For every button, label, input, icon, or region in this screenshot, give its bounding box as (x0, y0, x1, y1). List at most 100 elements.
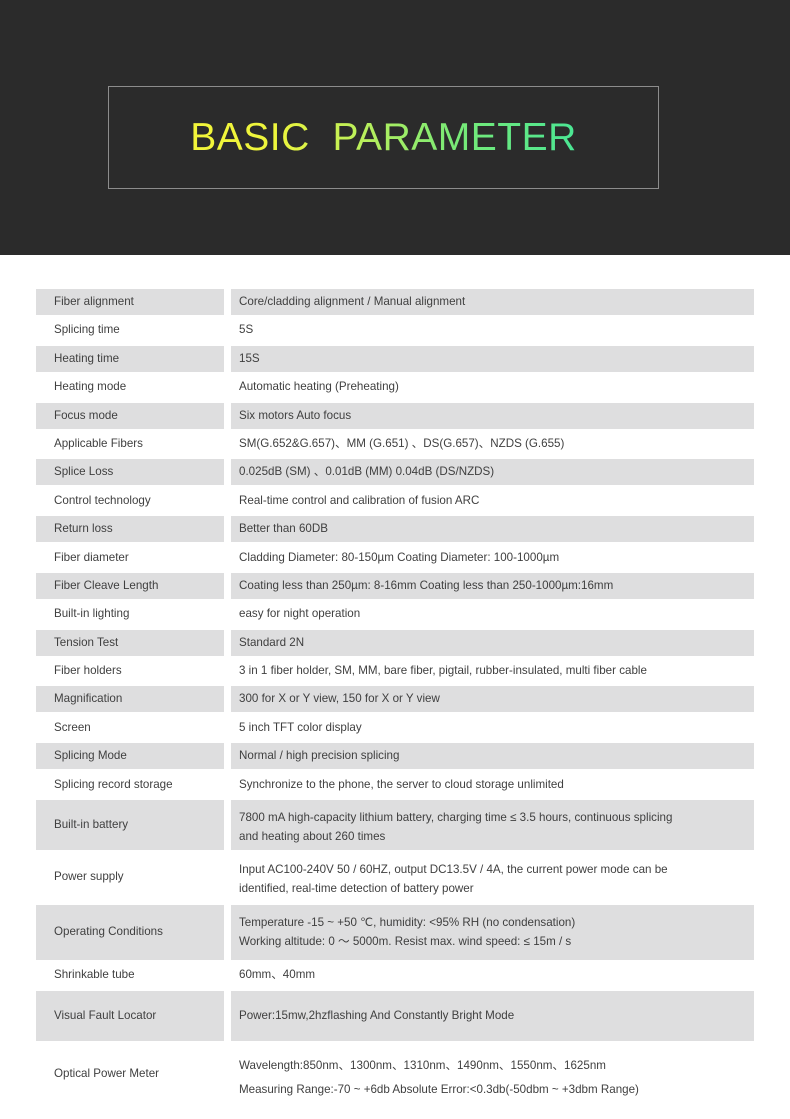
spec-value-line: Cladding Diameter: 80-150µm Coating Diam… (239, 550, 560, 564)
table-row: Fiber Cleave Length Coating less than 250… (36, 572, 754, 599)
table-row: Operating Conditions Temperature -15 ~ +5… (36, 904, 754, 960)
spec-label: Fiber Cleave Length (36, 572, 224, 599)
spec-value: 5 inch TFT color display (231, 714, 754, 741)
spec-value: 3 in 1 fiber holder, SM, MM, bare fiber,… (231, 658, 754, 685)
spec-value-line: 3 in 1 fiber holder, SM, MM, bare fiber,… (239, 664, 647, 678)
spec-value: Cladding Diameter: 80-150µm Coating Diam… (231, 544, 754, 571)
table-row: Heating time 15S (36, 345, 754, 372)
spec-value: Standard 2N (231, 629, 754, 656)
spec-value: 5S (231, 317, 754, 344)
spec-label: Heating time (36, 345, 224, 372)
spec-value: 15S (231, 345, 754, 372)
spec-label: Built-in lighting (36, 601, 224, 628)
spec-value: Real-time control and calibration of fus… (231, 487, 754, 514)
spec-label: Fiber holders (36, 658, 224, 685)
spec-value: 300 for X or Y view, 150 for X or Y view (231, 686, 754, 713)
spec-value: Input AC100-240V 50 / 60HZ, output DC13.… (231, 852, 754, 903)
spec-label: Heating mode (36, 374, 224, 401)
specification-table: Fiber alignment Core/cladding alignment /… (36, 289, 754, 1105)
spec-label: Return loss (36, 516, 224, 543)
spec-label: Fiber alignment (36, 289, 224, 315)
spec-label: Applicable Fibers (36, 430, 224, 457)
spec-value: Better than 60DB (231, 516, 754, 543)
table-row: Applicable Fibers SM(G.652&G.657)、MM (G.6… (36, 430, 754, 457)
spec-value: Power:15mw,2hzflashing And Constantly Br… (231, 990, 754, 1041)
spec-value-line: Standard 2N (239, 635, 305, 649)
spec-value-line: Synchronize to the phone, the server to … (239, 777, 564, 791)
spec-value-line: Measuring Range:-70 ~ +6db Absolute Erro… (239, 1082, 639, 1096)
spec-label: Splicing Mode (36, 743, 224, 770)
spec-value-line: 15S (239, 351, 260, 365)
spec-label: Tension Test (36, 629, 224, 656)
table-row: Splice Loss 0.025dB (SM) 、0.01dB (MM) 0.0… (36, 459, 754, 486)
spec-value: 0.025dB (SM) 、0.01dB (MM) 0.04dB (DS/NZD… (231, 459, 754, 486)
table-row: Splicing time 5S (36, 317, 754, 344)
spec-value-line: Power:15mw,2hzflashing And Constantly Br… (239, 1008, 515, 1022)
spec-value-line: 300 for X or Y view, 150 for X or Y view (239, 692, 440, 706)
hero-title-frame: BASIC PARAMETER (108, 86, 659, 189)
spec-value-line: Real-time control and calibration of fus… (239, 493, 480, 507)
spec-label: Operating Conditions (36, 904, 224, 960)
spec-value-line: 5 inch TFT color display (239, 720, 362, 734)
spec-value-line: and heating about 260 times (239, 829, 386, 843)
spec-label: Visual Fault Locator (36, 990, 224, 1041)
spec-value-line: 60mm、40mm (239, 968, 316, 982)
spec-value-line: Coating less than 250µm: 8-16mm Coating … (239, 578, 614, 592)
table-row: Visual Fault Locator Power:15mw,2hzflashi… (36, 990, 754, 1041)
spec-value-line: Core/cladding alignment / Manual alignme… (239, 295, 466, 309)
spec-label: Power supply (36, 852, 224, 903)
spec-label: Optical Power Meter (36, 1042, 224, 1105)
spec-value: Temperature -15 ~ +50 ℃, humidity: <95% … (231, 904, 754, 960)
table-row: Heating mode Automatic heating (Preheatin… (36, 374, 754, 401)
spec-label: Splice Loss (36, 459, 224, 486)
spec-label: Splicing time (36, 317, 224, 344)
spec-value: Coating less than 250µm: 8-16mm Coating … (231, 572, 754, 599)
spec-value-line: Six motors Auto focus (239, 408, 352, 422)
spec-value: Six motors Auto focus (231, 402, 754, 429)
table-row: Built-in battery 7800 mA high-capacity li… (36, 800, 754, 851)
table-row: Control technology Real-time control and … (36, 487, 754, 514)
spec-label: Control technology (36, 487, 224, 514)
table-row: Magnification 300 for X or Y view, 150 fo… (36, 686, 754, 713)
spec-value-line: 5S (239, 323, 254, 337)
spec-label: Built-in battery (36, 800, 224, 851)
spec-value-line: SM(G.652&G.657)、MM (G.651) 、DS(G.657)、NZ… (239, 436, 565, 450)
table-row: Shrinkable tube 60mm、40mm (36, 962, 754, 989)
spec-label: Screen (36, 714, 224, 741)
spec-value-line: Temperature -15 ~ +50 ℃, humidity: <95% … (239, 915, 576, 929)
spec-value-line: identified, real-time detection of batte… (239, 882, 474, 896)
table-row: Fiber holders 3 in 1 fiber holder, SM, MM… (36, 658, 754, 685)
spec-value-line: 0.025dB (SM) 、0.01dB (MM) 0.04dB (DS/NZD… (239, 465, 495, 479)
table-row: Splicing record storage Synchronize to th… (36, 771, 754, 798)
table-row: Fiber diameter Cladding Diameter: 80-150µ… (36, 544, 754, 571)
spec-value: SM(G.652&G.657)、MM (G.651) 、DS(G.657)、NZ… (231, 430, 754, 457)
spec-value-line: 7800 mA high-capacity lithium battery, c… (239, 811, 673, 825)
page-title: BASIC PARAMETER (190, 115, 577, 159)
table-row: Splicing Mode Normal / high precision spl… (36, 743, 754, 770)
spec-value-line: Automatic heating (Preheating) (239, 380, 399, 394)
spec-value: 7800 mA high-capacity lithium battery, c… (231, 800, 754, 851)
spec-value: easy for night operation (231, 601, 754, 628)
spec-label: Splicing record storage (36, 771, 224, 798)
spec-label: Focus mode (36, 402, 224, 429)
spec-value-line: easy for night operation (239, 607, 361, 621)
spec-label: Shrinkable tube (36, 962, 224, 989)
spec-label: Fiber diameter (36, 544, 224, 571)
spec-value: Synchronize to the phone, the server to … (231, 771, 754, 798)
spec-value-line: Normal / high precision splicing (239, 749, 400, 763)
spec-value-line: Better than 60DB (239, 522, 328, 536)
spec-value-line: Wavelength:850nm、1300nm、1310nm、1490nm、15… (239, 1058, 606, 1072)
spec-value: Automatic heating (Preheating) (231, 374, 754, 401)
spec-value: Core/cladding alignment / Manual alignme… (231, 289, 754, 315)
table-row: Built-in lighting easy for night operatio… (36, 601, 754, 628)
table-row: Power supply Input AC100-240V 50 / 60HZ, … (36, 852, 754, 903)
table-row: Focus mode Six motors Auto focus (36, 402, 754, 429)
spec-value-line: Input AC100-240V 50 / 60HZ, output DC13.… (239, 863, 668, 877)
hero-banner: BASIC PARAMETER (0, 0, 790, 255)
table-row: Tension Test Standard 2N (36, 629, 754, 656)
table-row: Fiber alignment Core/cladding alignment /… (36, 289, 754, 315)
table-row: Optical Power Meter Wavelength:850nm、1300… (36, 1042, 754, 1105)
spec-label: Magnification (36, 686, 224, 713)
spec-value: Normal / high precision splicing (231, 743, 754, 770)
spec-value-line: Working altitude: 0 ～ 5000m. Resist max.… (239, 934, 572, 948)
